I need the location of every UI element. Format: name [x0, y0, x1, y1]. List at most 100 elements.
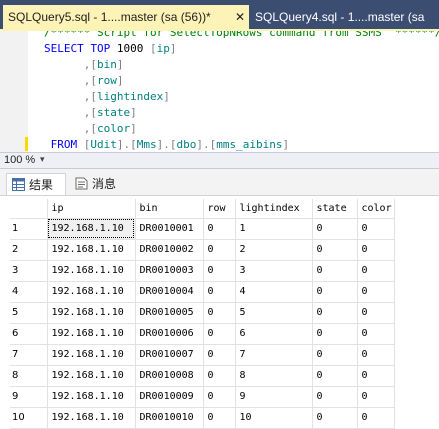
tab-messages-label: 消息 — [92, 177, 117, 191]
table-row[interactable]: 8 192.168.1.10 DR0010008 0 8 0 0 — [10, 365, 395, 387]
table-cell[interactable]: 0 — [357, 344, 395, 366]
table-row[interactable]: 5 192.168.1.10 DR0010005 0 5 0 0 — [10, 302, 395, 324]
table-cell[interactable]: DR0010009 — [135, 386, 204, 408]
table-row[interactable]: 10 192.168.1.10 DR0010010 0 10 0 0 — [10, 407, 395, 429]
table-cell[interactable]: 0 — [357, 281, 395, 303]
table-cell[interactable]: 0 — [312, 260, 358, 282]
table-cell[interactable]: 9 — [235, 386, 313, 408]
table-cell[interactable]: 3 — [235, 260, 313, 282]
table-cell[interactable]: 0 — [357, 407, 395, 429]
row-number[interactable]: 5 — [10, 302, 48, 324]
column-header[interactable]: row — [203, 199, 236, 219]
table-cell[interactable]: 0 — [357, 365, 395, 387]
tab-sqlquery5[interactable]: SQLQuery5.sql - 1....master (sa (56))* ✕ — [3, 5, 249, 29]
row-number[interactable]: 3 — [10, 260, 48, 282]
table-cell[interactable]: 0 — [312, 239, 358, 261]
table-cell[interactable]: 0 — [312, 344, 358, 366]
table-cell[interactable]: DR0010001 — [135, 218, 204, 240]
table-cell[interactable]: DR0010010 — [135, 407, 204, 429]
column-header[interactable]: ip — [47, 199, 136, 219]
row-number[interactable]: 2 — [10, 239, 48, 261]
table-cell[interactable]: 0 — [203, 218, 236, 240]
table-cell[interactable]: 0 — [312, 218, 358, 240]
table-cell[interactable]: 0 — [357, 302, 395, 324]
table-cell[interactable]: 192.168.1.10 — [47, 344, 136, 366]
table-cell[interactable]: 192.168.1.10 — [47, 386, 136, 408]
results-grid[interactable]: ip bin row lightindex state color 1 192.168.1.… — [10, 199, 439, 429]
table-cell[interactable]: 0 — [203, 407, 236, 429]
table-cell[interactable]: 0 — [357, 260, 395, 282]
table-cell[interactable]: 192.168.1.10 — [47, 302, 136, 324]
table-cell[interactable]: 192.168.1.10 — [47, 239, 136, 261]
table-row[interactable]: 2 192.168.1.10 DR0010002 0 2 0 0 — [10, 239, 395, 261]
table-cell[interactable]: 0 — [312, 365, 358, 387]
query-editor[interactable]: /****** Script for SelectTopNRows comman… — [0, 31, 439, 152]
column-header[interactable] — [10, 199, 48, 219]
table-cell[interactable]: 192.168.1.10 — [47, 281, 136, 303]
table-cell[interactable]: 2 — [235, 239, 313, 261]
table-cell[interactable]: DR0010003 — [135, 260, 204, 282]
table-cell[interactable]: DR0010002 — [135, 239, 204, 261]
table-cell[interactable]: 0 — [203, 260, 236, 282]
table-cell[interactable]: 6 — [235, 323, 313, 345]
row-number[interactable]: 1 — [10, 218, 48, 240]
table-cell[interactable]: 0 — [203, 239, 236, 261]
table-row[interactable]: 6 192.168.1.10 DR0010006 0 6 0 0 — [10, 323, 395, 345]
chevron-down-icon[interactable]: ▾ — [40, 154, 45, 165]
row-number[interactable]: 7 — [10, 344, 48, 366]
table-row[interactable]: 7 192.168.1.10 DR0010007 0 7 0 0 — [10, 344, 395, 366]
table-cell[interactable]: 192.168.1.10 — [47, 260, 136, 282]
table-cell[interactable]: DR0010006 — [135, 323, 204, 345]
table-cell[interactable]: 0 — [203, 302, 236, 324]
table-cell[interactable]: 0 — [312, 407, 358, 429]
table-cell[interactable]: 0 — [203, 365, 236, 387]
table-cell[interactable]: 0 — [312, 323, 358, 345]
table-row[interactable]: 4 192.168.1.10 DR0010004 0 4 0 0 — [10, 281, 395, 303]
table-cell[interactable]: 8 — [235, 365, 313, 387]
table-cell[interactable]: 0 — [203, 323, 236, 345]
row-number[interactable]: 6 — [10, 323, 48, 345]
table-cell[interactable]: 0 — [312, 302, 358, 324]
column-header[interactable]: bin — [135, 199, 204, 219]
table-cell[interactable]: 0 — [357, 323, 395, 345]
row-number[interactable]: 8 — [10, 365, 48, 387]
table-cell[interactable]: 7 — [235, 344, 313, 366]
close-icon[interactable]: ✕ — [235, 5, 245, 29]
table-row[interactable]: 9 192.168.1.10 DR0010009 0 9 0 0 — [10, 386, 395, 408]
table-cell[interactable]: 192.168.1.10 — [47, 407, 136, 429]
row-number[interactable]: 10 — [10, 407, 48, 429]
grid-body[interactable]: 1 192.168.1.10 DR0010001 0 1 0 0 2 192.168.1.10 D… — [10, 218, 395, 429]
table-cell[interactable]: 192.168.1.10 — [47, 365, 136, 387]
column-header[interactable]: state — [312, 199, 358, 219]
table-cell[interactable]: 0 — [357, 386, 395, 408]
table-cell[interactable]: 0 — [312, 281, 358, 303]
table-cell[interactable]: 0 — [357, 239, 395, 261]
row-number[interactable]: 4 — [10, 281, 48, 303]
table-cell[interactable]: 192.168.1.10 — [47, 218, 136, 240]
column-header[interactable]: lightindex — [235, 199, 313, 219]
table-row[interactable]: 1 192.168.1.10 DR0010001 0 1 0 0 — [10, 218, 395, 240]
tab-messages[interactable]: 消息 — [70, 173, 126, 195]
table-cell[interactable]: DR0010007 — [135, 344, 204, 366]
table-row[interactable]: 3 192.168.1.10 DR0010003 0 3 0 0 — [10, 260, 395, 282]
table-cell[interactable]: DR0010005 — [135, 302, 204, 324]
row-number[interactable]: 9 — [10, 386, 48, 408]
table-cell[interactable]: 10 — [235, 407, 313, 429]
table-cell[interactable]: 4 — [235, 281, 313, 303]
table-cell[interactable]: 0 — [203, 386, 236, 408]
table-cell[interactable]: DR0010004 — [135, 281, 204, 303]
zoom-level[interactable]: 100 % — [4, 154, 35, 166]
tab-sqlquery4[interactable]: SQLQuery4.sql - 1....master (sa — [249, 5, 439, 29]
tab-results[interactable]: 结果 — [6, 173, 66, 195]
table-cell[interactable]: 0 — [312, 386, 358, 408]
code-token: dbo — [176, 138, 197, 151]
column-header[interactable]: color — [357, 199, 395, 219]
table-cell[interactable]: 0 — [203, 281, 236, 303]
table-cell[interactable]: DR0010008 — [135, 365, 204, 387]
table-cell[interactable]: 0 — [203, 344, 236, 366]
table-cell[interactable]: 1 — [235, 218, 313, 240]
table-cell[interactable]: 5 — [235, 302, 313, 324]
table-cell[interactable]: 0 — [357, 218, 395, 240]
table-cell[interactable]: 192.168.1.10 — [47, 323, 136, 345]
